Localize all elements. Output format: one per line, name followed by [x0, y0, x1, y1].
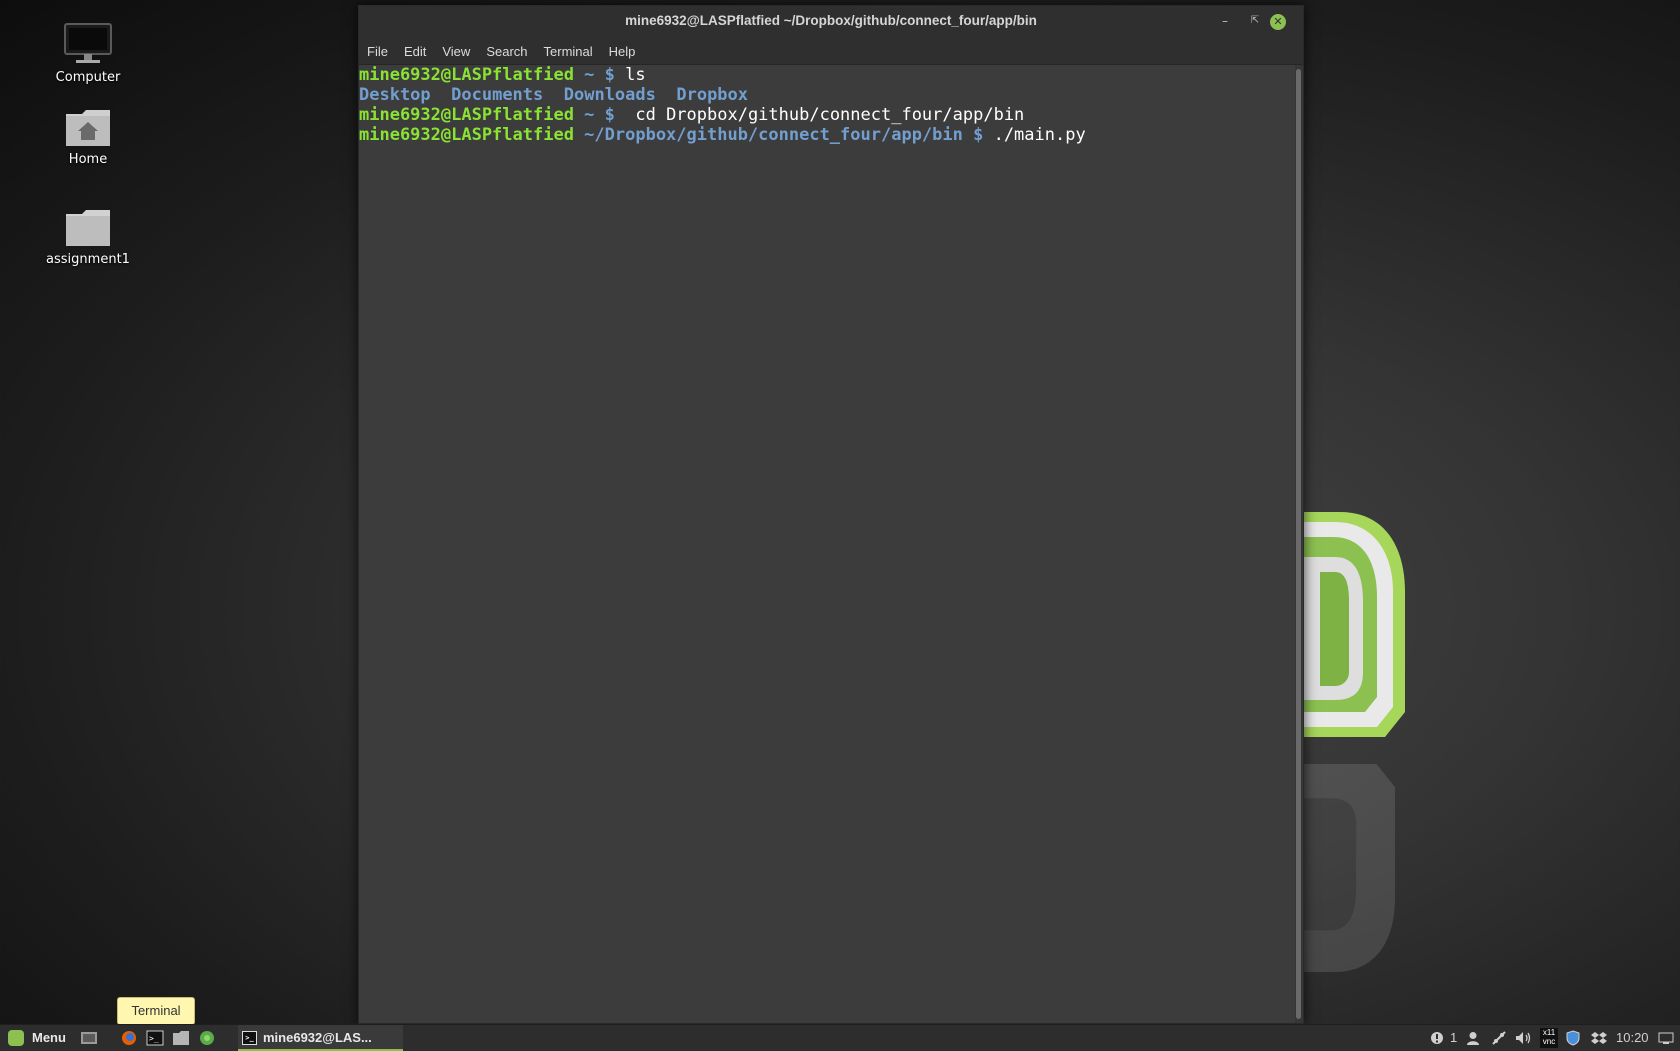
dropbox-icon[interactable] — [1591, 1031, 1607, 1045]
prompt-user-host: mine6932@LASPflatfied — [359, 65, 574, 85]
terminal-output[interactable]: mine6932@LASPflatfied ~ $ ls Desktop Doc… — [359, 65, 1295, 1023]
menu-search[interactable]: Search — [478, 38, 535, 59]
ls-entry: Dropbox — [676, 85, 749, 105]
firefox-icon[interactable] — [120, 1030, 138, 1046]
terminal-menubar: File Edit View Search Terminal Help — [359, 38, 1303, 65]
terminal-line: mine6932@LASPflatfied ~ $ cd Dropbox/git… — [359, 105, 1295, 125]
maximize-icon[interactable]: ⇱ — [1246, 12, 1264, 30]
minimize-icon[interactable]: – — [1216, 12, 1234, 30]
start-menu-label: Menu — [32, 1030, 66, 1045]
desktop-icon-label: Computer — [55, 70, 121, 85]
vnc-label-bottom: vnc — [1542, 1037, 1556, 1046]
menu-help[interactable]: Help — [601, 38, 644, 59]
prompt-user-host: mine6932@LASPflatfied — [359, 105, 574, 125]
command-text: cd Dropbox/github/connect_four/app/bin — [614, 105, 1025, 125]
desktop-icon-home[interactable]: Home — [33, 108, 143, 167]
terminal-line: mine6932@LASPflatfied ~/Dropbox/github/c… — [359, 125, 1295, 145]
window-titlebar[interactable]: mine6932@LASPflatfied ~/Dropbox/github/c… — [359, 6, 1303, 38]
volume-icon[interactable] — [1515, 1031, 1533, 1045]
ls-entry: Documents — [451, 85, 544, 105]
terminal-line: mine6932@LASPflatfied ~ $ ls — [359, 65, 1295, 85]
menu-edit[interactable]: Edit — [396, 38, 434, 59]
vnc-indicator[interactable]: x11 vnc — [1540, 1028, 1558, 1048]
network-icon[interactable] — [1491, 1030, 1507, 1046]
desktop-icon-label: Home — [68, 152, 108, 167]
terminal-icon[interactable]: >_ — [146, 1030, 164, 1046]
update-manager-icon[interactable] — [198, 1030, 216, 1046]
user-icon[interactable] — [1466, 1031, 1480, 1045]
computer-icon — [64, 23, 112, 63]
terminal-icon: >_ — [242, 1030, 257, 1045]
ls-entry: Desktop — [359, 85, 431, 105]
shield-icon[interactable] — [1565, 1030, 1581, 1046]
vnc-label-top: x11 — [1542, 1028, 1556, 1037]
desktop-icon-label: assignment1 — [46, 252, 130, 267]
notification-icon[interactable] — [1430, 1031, 1444, 1045]
desktop-icon-computer[interactable]: Computer — [33, 22, 143, 85]
terminal-scrollbar[interactable] — [1295, 65, 1303, 1023]
scrollbar-thumb[interactable] — [1296, 69, 1301, 1019]
close-icon[interactable]: ✕ — [1270, 14, 1286, 30]
menu-terminal[interactable]: Terminal — [536, 38, 601, 59]
show-desktop-corner-icon[interactable] — [1658, 1032, 1674, 1044]
menu-file[interactable]: File — [359, 38, 396, 59]
command-text: ls — [614, 65, 646, 85]
show-desktop-icon[interactable] — [80, 1030, 98, 1046]
home-folder-icon — [66, 110, 110, 146]
desktop-icon-assignment1[interactable]: assignment1 — [33, 208, 143, 267]
terminal-line: Desktop Documents Downloads Dropbox — [359, 85, 1295, 105]
mint-logo-icon — [8, 1029, 24, 1046]
prompt-path: ~ $ — [573, 65, 615, 85]
taskbar: Menu >_ >_ mine6932@LAS... 1 x11 vnc 10:2… — [0, 1024, 1680, 1051]
terminal-window[interactable]: mine6932@LASPflatfied ~/Dropbox/github/c… — [358, 5, 1304, 1024]
start-menu-button[interactable]: Menu — [8, 1025, 66, 1051]
prompt-path: ~ $ — [573, 105, 615, 125]
prompt-path: ~/Dropbox/github/connect_four/app/bin $ — [573, 125, 984, 145]
files-icon[interactable] — [172, 1030, 190, 1046]
taskbar-window-terminal[interactable]: >_ mine6932@LAS... — [238, 1025, 403, 1051]
command-text: ./main.py — [983, 125, 1086, 145]
window-title: mine6932@LASPflatfied ~/Dropbox/github/c… — [625, 13, 1037, 28]
ls-entry: Downloads — [563, 85, 656, 105]
taskbar-window-label: mine6932@LAS... — [263, 1030, 372, 1045]
menu-view[interactable]: View — [434, 38, 478, 59]
clock[interactable]: 10:20 — [1616, 1025, 1649, 1051]
launcher-tooltip: Terminal — [117, 997, 195, 1025]
notification-count: 1 — [1450, 1030, 1458, 1045]
svg-text:>_: >_ — [149, 1034, 159, 1043]
prompt-user-host: mine6932@LASPflatfied — [359, 125, 574, 145]
folder-icon — [66, 210, 110, 246]
